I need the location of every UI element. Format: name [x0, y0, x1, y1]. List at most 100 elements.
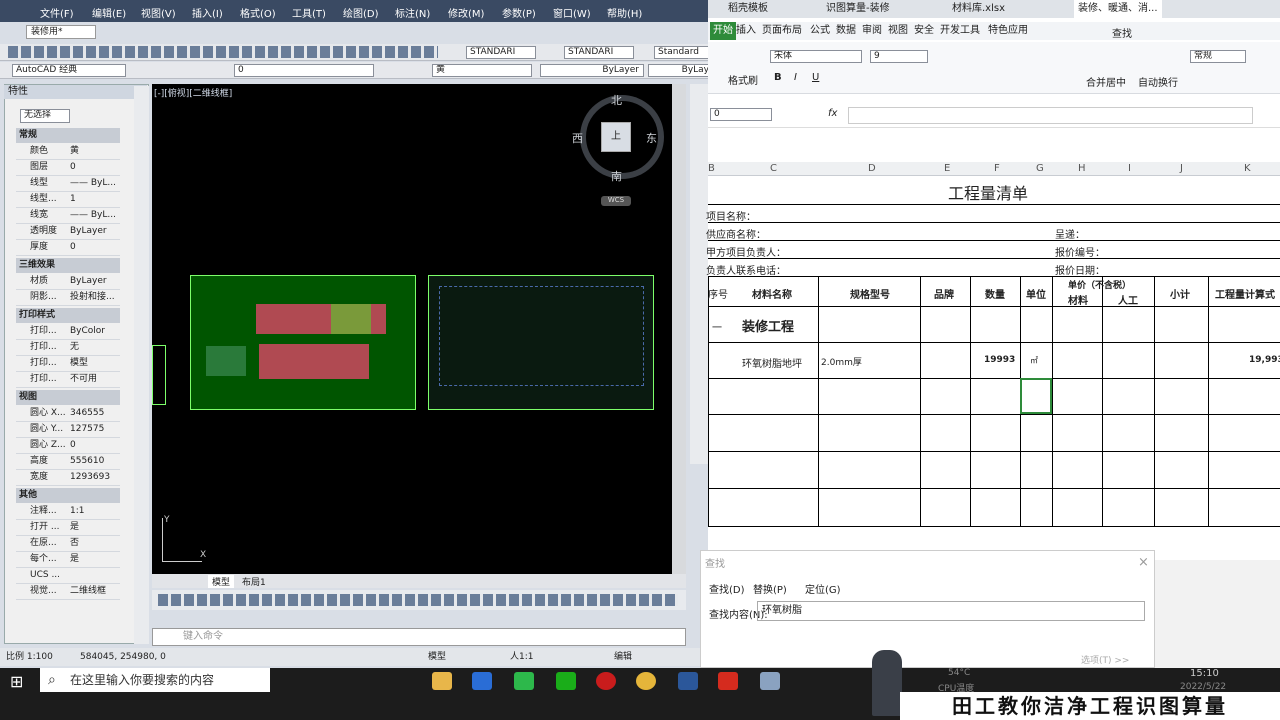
- column-header-D[interactable]: D: [868, 163, 876, 174]
- props-value[interactable]: 否: [70, 536, 120, 551]
- props-section[interactable]: 视图: [16, 390, 120, 405]
- options-button[interactable]: 选项(T) >>: [1081, 653, 1129, 666]
- item-spec[interactable]: 2.0mm厚: [821, 355, 862, 368]
- props-row[interactable]: 打开 ... 是: [16, 520, 120, 536]
- header-brand[interactable]: 品牌: [934, 286, 954, 301]
- props-row[interactable]: 打印... ByColor: [16, 324, 120, 340]
- column-header-H[interactable]: H: [1078, 163, 1086, 174]
- props-value[interactable]: 127575: [70, 422, 120, 437]
- props-row[interactable]: 打印... 模型: [16, 356, 120, 372]
- props-row[interactable]: UCS ...: [16, 568, 120, 584]
- menu-item-6[interactable]: 绘图(D): [343, 5, 379, 20]
- tab-replace[interactable]: 替换(P): [753, 581, 787, 596]
- props-value[interactable]: 无: [70, 340, 120, 355]
- menu-item-10[interactable]: 窗口(W): [553, 5, 591, 20]
- find-input[interactable]: 环氧树脂: [757, 601, 1145, 621]
- browser-icon[interactable]: [514, 672, 534, 690]
- props-value[interactable]: ByLayer: [70, 274, 120, 289]
- menu-item-0[interactable]: 文件(F): [40, 5, 74, 20]
- ribbon-tab-7[interactable]: 安全: [914, 22, 934, 40]
- wcs-menu[interactable]: WCS: [601, 196, 631, 206]
- props-row[interactable]: 材质 ByLayer: [16, 274, 120, 290]
- props-value[interactable]: —— ByL...: [70, 176, 120, 191]
- name-box[interactable]: 0: [710, 108, 772, 121]
- header-spec[interactable]: 规格型号: [850, 286, 890, 301]
- status-workspace[interactable]: 编辑: [614, 648, 632, 666]
- menu-item-9[interactable]: 参数(P): [502, 5, 536, 20]
- close-icon[interactable]: ×: [1138, 555, 1149, 570]
- command-input[interactable]: 键入命令: [152, 628, 686, 646]
- props-row[interactable]: 圆心 X... 346555: [16, 406, 120, 422]
- find-ribbon-button[interactable]: 查找: [1112, 25, 1132, 40]
- item-name[interactable]: 环氧树脂地坪: [742, 355, 802, 370]
- tab-find[interactable]: 查找(D): [709, 581, 745, 596]
- props-row[interactable]: 圆心 Z... 0: [16, 438, 120, 454]
- windows-start-icon[interactable]: ⊞: [10, 672, 23, 691]
- props-row[interactable]: 线宽 —— ByL...: [16, 208, 120, 224]
- selected-cell[interactable]: [1020, 378, 1052, 414]
- file-tab-material[interactable]: 材料库.xlsx: [952, 0, 1005, 18]
- header-no[interactable]: 序号: [708, 286, 728, 301]
- store-icon[interactable]: [472, 672, 492, 690]
- formula-input[interactable]: [848, 107, 1253, 124]
- clock-time[interactable]: 15:10: [1190, 668, 1219, 679]
- chrome-icon[interactable]: [636, 672, 656, 690]
- label-quote-date[interactable]: 报价日期：: [1055, 262, 1105, 277]
- item-qty[interactable]: 19993: [984, 355, 1015, 365]
- file-tab-active[interactable]: 装修、暖通、消...: [1074, 0, 1162, 18]
- merge-center-button[interactable]: 合并居中: [1086, 74, 1126, 89]
- props-value[interactable]: ByLayer: [70, 224, 120, 239]
- props-value[interactable]: 不可用: [70, 372, 120, 387]
- font-size-select[interactable]: 9: [870, 50, 928, 63]
- props-value[interactable]: 黄: [70, 144, 120, 159]
- file-explorer-icon[interactable]: [432, 672, 452, 690]
- props-value[interactable]: 0: [70, 160, 120, 175]
- label-contact[interactable]: 负责人联系电话：: [706, 262, 786, 277]
- clock-date[interactable]: 2022/5/22: [1180, 682, 1226, 692]
- font-name-select[interactable]: 宋体: [770, 50, 862, 63]
- sheet-title[interactable]: 工程量清单: [948, 180, 1028, 204]
- props-row[interactable]: 线型 —— ByL...: [16, 176, 120, 192]
- table-style-select[interactable]: Standard: [654, 46, 709, 59]
- italic-button[interactable]: I: [794, 72, 797, 83]
- autocad-icon[interactable]: [718, 672, 738, 690]
- compass-west[interactable]: 西: [572, 130, 583, 146]
- item-unit[interactable]: ㎡: [1030, 355, 1038, 366]
- props-row[interactable]: 在原... 否: [16, 536, 120, 552]
- column-header-C[interactable]: C: [770, 163, 777, 174]
- compass-south[interactable]: 南: [611, 168, 622, 184]
- header-subtotal[interactable]: 小计: [1170, 286, 1190, 301]
- dimension-icons[interactable]: [158, 594, 678, 606]
- props-row[interactable]: 圆心 Y... 127575: [16, 422, 120, 438]
- props-section[interactable]: 打印样式: [16, 308, 120, 323]
- props-value[interactable]: 555610: [70, 454, 120, 469]
- header-labor[interactable]: 人工: [1118, 292, 1138, 307]
- ribbon-tab-3[interactable]: 公式: [810, 22, 830, 40]
- label-project[interactable]: 项目名称：: [706, 208, 756, 223]
- tab-layout1[interactable]: 布局1: [242, 575, 266, 588]
- lineweight-select[interactable]: ByLay: [648, 64, 710, 77]
- props-value[interactable]: 是: [70, 520, 120, 535]
- column-header-F[interactable]: F: [994, 163, 1000, 174]
- menu-item-3[interactable]: 插入(I): [192, 5, 223, 20]
- ribbon-tab-9[interactable]: 特色应用: [988, 22, 1028, 40]
- label-submit[interactable]: 呈递：: [1055, 226, 1085, 241]
- layer-select[interactable]: 0: [234, 64, 374, 77]
- section-no[interactable]: 一: [712, 319, 722, 334]
- item-formula[interactable]: 19,993.: [1249, 355, 1280, 365]
- props-row[interactable]: 视觉... 二维线框: [16, 584, 120, 600]
- bold-button[interactable]: B: [774, 72, 782, 83]
- label-supplier[interactable]: 供应商名称：: [706, 226, 766, 241]
- props-value[interactable]: 1293693: [70, 470, 120, 485]
- props-row[interactable]: 注释... 1:1: [16, 504, 120, 520]
- ribbon-tab-5[interactable]: 审阅: [862, 22, 882, 40]
- props-row[interactable]: 打印... 不可用: [16, 372, 120, 388]
- viewcube-top[interactable]: 上: [601, 122, 631, 152]
- props-row[interactable]: 图层 0: [16, 160, 120, 176]
- props-value[interactable]: 1:1: [70, 504, 120, 519]
- props-value[interactable]: 是: [70, 552, 120, 567]
- header-formula[interactable]: 工程量计算式: [1215, 286, 1275, 301]
- wrap-text-button[interactable]: 自动换行: [1138, 74, 1178, 89]
- floor-plan-1[interactable]: [190, 275, 416, 410]
- status-scale[interactable]: 比例 1:100: [6, 648, 53, 666]
